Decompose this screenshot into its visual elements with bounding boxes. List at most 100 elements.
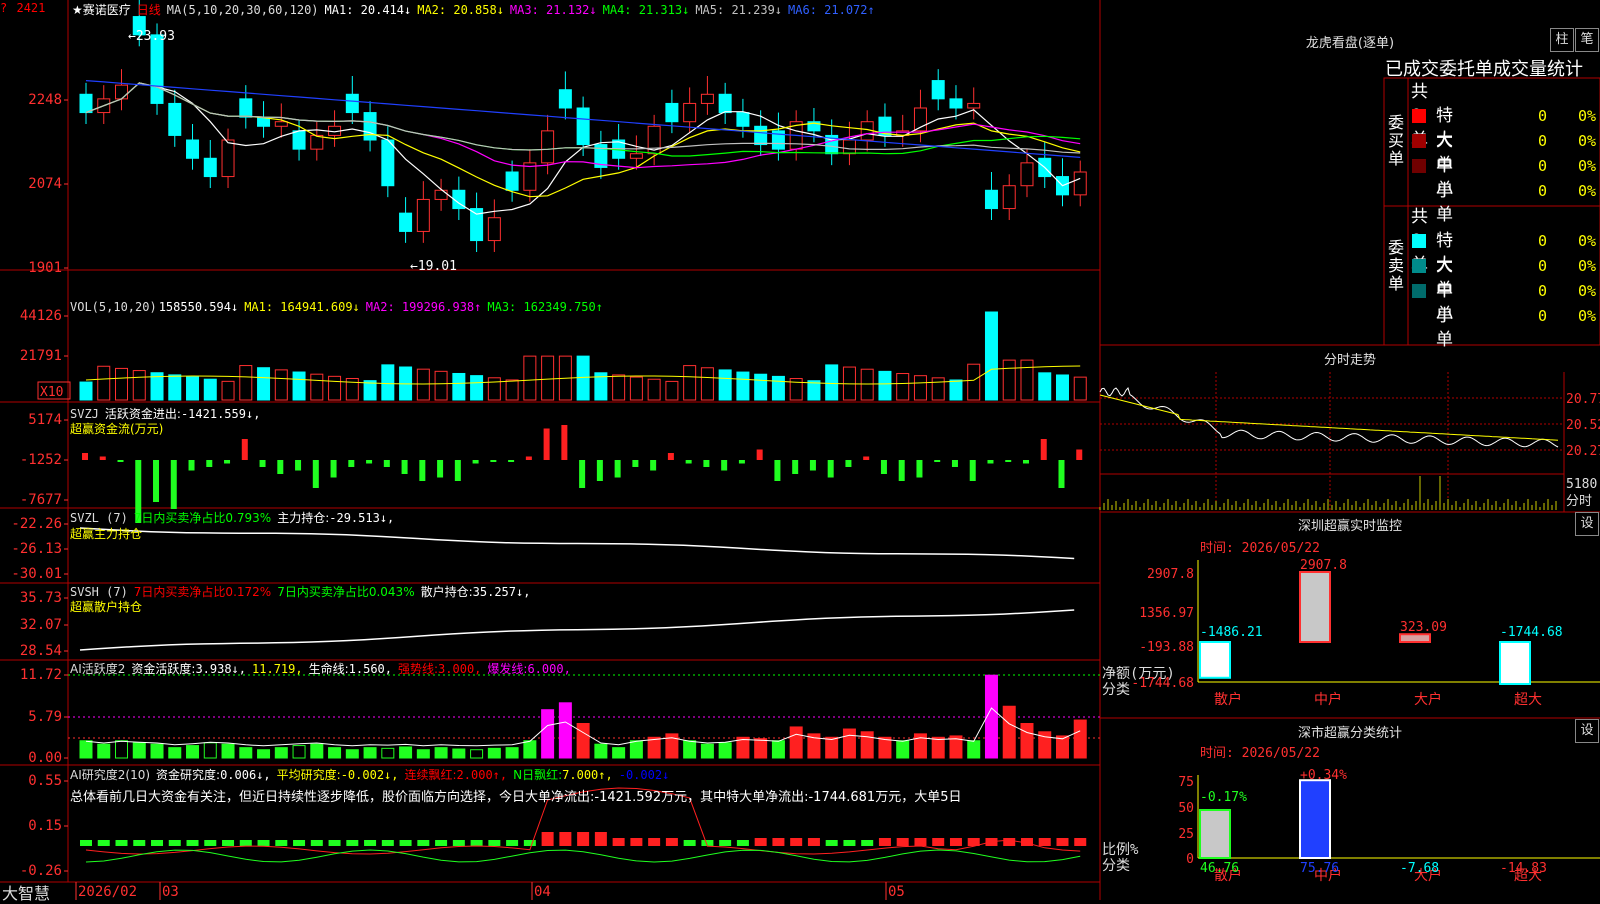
svzj-bar-22 [472, 460, 479, 464]
ai2-bar-2 [115, 840, 128, 846]
candle-4 [150, 34, 164, 104]
tick-mode-button[interactable]: 笔 [1575, 28, 1599, 52]
svzj-bar-32 [650, 460, 657, 471]
volume-bar-41 [807, 380, 821, 401]
period-label[interactable]: 日线 [137, 3, 161, 17]
classify-value-0: 46.76 [1200, 861, 1239, 876]
volume-bar-53 [1020, 359, 1034, 401]
candle-8 [221, 139, 235, 178]
candle-33 [665, 102, 679, 123]
ai-bar-0 [79, 740, 93, 759]
candle-50 [967, 102, 981, 109]
ai2-bar-17 [381, 840, 394, 846]
svzj-text: 活跃资金进出: [104, 407, 181, 421]
svzj-bar-27 [561, 425, 568, 460]
svzj-value: -1421.559↓, [180, 407, 261, 421]
svzl-header: SVZL (7) 7日内买卖净占比0.793% 主力持仓:-29.513↓, [70, 509, 400, 526]
stock-name[interactable]: 赛诺医疗 [83, 3, 131, 17]
svzj-bar-34 [685, 460, 692, 464]
ai-bar-17 [381, 747, 395, 759]
time-label-2: 04 [534, 884, 551, 900]
svzj-bar-35 [703, 460, 710, 467]
ma-label: MA(5,10,20,30,60,120) [166, 3, 319, 17]
ai2-bar-42 [825, 840, 838, 846]
volume-bar-50 [967, 363, 981, 401]
svzl-t2: 主力持仓: [277, 511, 330, 525]
monitor-bars: 2907.8 1356.97 -193.88 -1744.68 净额(万元)分类散户 中户… [1102, 558, 1600, 708]
volume-bar-23 [487, 377, 501, 401]
ai-bar-19 [416, 749, 430, 759]
svzj-tick-1: -1252 [20, 452, 62, 468]
volume-bar-36 [718, 369, 732, 401]
svzj-bar-9 [241, 439, 248, 460]
bar-mode-button[interactable]: 柱 [1550, 28, 1574, 52]
vol-ma-item-3: MA3: 162349.750↑ [487, 300, 603, 314]
candle-52 [1002, 185, 1016, 210]
classify-tick-2: 25 [1178, 827, 1194, 842]
ai-bar-5 [168, 747, 182, 759]
monitor-bar-3 [1499, 641, 1531, 685]
volume-bar-1 [97, 365, 111, 401]
dragon-title: 龙虎看盘(逐单) [1305, 36, 1395, 51]
buy-block-row-pct-3: 0% [1578, 182, 1597, 200]
svzj-bar-33 [667, 453, 674, 460]
marker-icon: ? [0, 1, 8, 15]
svzl-value: -29.513↓, [329, 511, 395, 525]
svsh-t2: 7日内买卖净占比0.043% [277, 585, 415, 599]
classify-tick-0: 75 [1178, 775, 1194, 790]
sell-block-swatch-1 [1412, 259, 1426, 273]
ai-bar-2 [115, 740, 129, 759]
svzj-bar-50 [969, 460, 976, 481]
kline-chart[interactable]: 2248 2074 1901 44126 21791 X10 5174 -1252 -7677 -… [0, 0, 1600, 900]
volume-bar-24 [505, 379, 519, 401]
ai-bar-21 [452, 748, 466, 759]
volume-bar-12 [292, 371, 306, 401]
svzj-bar-8 [224, 460, 231, 464]
svzj-bar-52 [1005, 460, 1012, 462]
intraday-axis-1: 20.52 [1566, 418, 1600, 433]
ai2-dv: 7.000↑, [562, 768, 613, 782]
volume-bar-30 [612, 374, 626, 401]
candle-12 [292, 130, 306, 150]
ai-bar-53 [1020, 723, 1034, 759]
ai2-bar-5 [168, 840, 181, 846]
price-axis-top: 2421 [16, 1, 46, 15]
svzj-bar-37 [738, 460, 745, 464]
svzj-bar-38 [756, 449, 763, 460]
candle-56 [1073, 171, 1087, 196]
ai-bar-6 [186, 745, 200, 759]
volume-bar-39 [771, 375, 785, 401]
ai-tick-0: 11.72 [20, 667, 62, 683]
sell-block-row-value-1: 0 [1538, 257, 1548, 275]
ai-bar-35 [700, 743, 714, 759]
classify-settings-button[interactable]: 设 [1575, 719, 1599, 743]
ai-bar-46 [896, 740, 910, 759]
ai2-bar-33 [665, 838, 678, 846]
sell-block-row-name-3: 小单 [1436, 306, 1453, 350]
volume-bar-52 [1002, 359, 1016, 401]
volume-bar-14 [328, 375, 342, 401]
candle-19 [416, 198, 430, 232]
ai2-bar-11 [275, 840, 288, 846]
volume-bar-51 [984, 311, 998, 401]
svzj-bar-25 [525, 456, 532, 460]
svzj-sub: 超赢资金流(万元) [70, 422, 164, 436]
vol-tick-1: 21791 [20, 348, 62, 364]
intraday-vol-sub: 分时 [1566, 494, 1592, 509]
volume-bar-42 [825, 364, 839, 401]
monitor-xlabel: 分类 [1102, 682, 1130, 698]
svzl-sub: 超赢主力持仓 [70, 527, 143, 541]
ai2-bar-29 [594, 832, 607, 846]
ai-bar-25 [523, 740, 537, 759]
monitor-settings-button[interactable]: 设 [1575, 512, 1599, 536]
classify-ylabel: 比例% [1102, 842, 1139, 858]
svzj-bar-16 [366, 460, 373, 464]
monitor-ylabel: 净额(万元) [1102, 666, 1175, 682]
ai-bar-10 [257, 749, 271, 759]
candle-9 [239, 98, 253, 118]
ai-bar-15 [345, 749, 359, 759]
candle-53 [1020, 162, 1034, 187]
candle-38 [754, 125, 768, 146]
svzj-bar-47 [916, 460, 923, 478]
ai-c: 生命线: [308, 662, 349, 676]
